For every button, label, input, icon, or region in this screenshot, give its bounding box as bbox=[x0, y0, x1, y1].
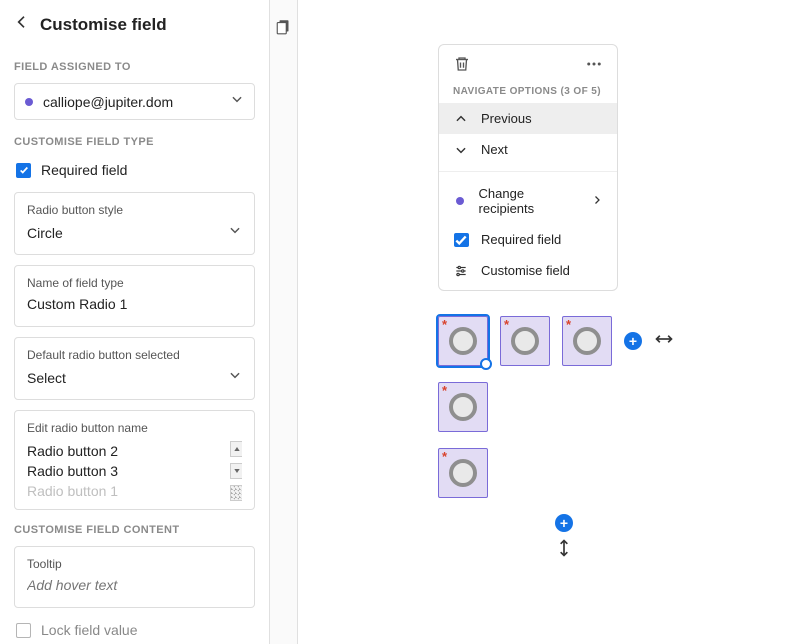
popover-required[interactable]: Required field bbox=[439, 224, 617, 255]
checkbox-checked-icon bbox=[16, 163, 31, 178]
assigned-to-label: FIELD ASSIGNED TO bbox=[14, 61, 255, 73]
default-radio-select[interactable]: Default radio button selected Select bbox=[14, 337, 255, 400]
chevron-down-icon bbox=[228, 223, 242, 242]
radio-style-label: Radio button style bbox=[27, 203, 242, 217]
assignee-name: calliope@jupiter.dom bbox=[43, 94, 173, 110]
chevron-right-icon bbox=[591, 194, 603, 209]
radio-circle-icon bbox=[449, 327, 477, 355]
field-name-input[interactable] bbox=[27, 296, 242, 312]
pages-icon[interactable] bbox=[275, 18, 293, 41]
trash-icon[interactable] bbox=[453, 55, 471, 78]
radio-circle-icon bbox=[511, 327, 539, 355]
radio-chip[interactable]: * bbox=[438, 448, 488, 498]
required-asterisk-icon: * bbox=[504, 317, 509, 332]
panel-title: Customise field bbox=[40, 15, 167, 35]
checkbox-unchecked-icon bbox=[16, 623, 31, 638]
list-item[interactable]: Radio button 2 bbox=[27, 441, 228, 461]
page-gutter bbox=[270, 0, 298, 644]
chevron-down-icon bbox=[230, 92, 244, 111]
default-radio-value: Select bbox=[27, 370, 66, 386]
scroll-down-icon[interactable] bbox=[230, 463, 242, 479]
nav-previous-label: Previous bbox=[481, 111, 532, 126]
lock-checkbox-row[interactable]: Lock field value bbox=[14, 618, 255, 644]
chevron-down-icon bbox=[228, 368, 242, 387]
field-type-label: CUSTOMISE FIELD TYPE bbox=[14, 136, 255, 148]
tooltip-card: Tooltip bbox=[14, 546, 255, 608]
assignee-dropdown[interactable]: calliope@jupiter.dom bbox=[14, 83, 255, 120]
form-canvas: NAVIGATE OPTIONS (3 OF 5) Previous Next … bbox=[298, 0, 801, 644]
radio-style-value: Circle bbox=[27, 225, 63, 241]
lock-label: Lock field value bbox=[41, 622, 138, 638]
resize-grip-icon[interactable] bbox=[230, 485, 242, 501]
add-column-button[interactable]: + bbox=[624, 332, 642, 350]
radio-circle-icon bbox=[449, 393, 477, 421]
customise-panel: Customise field FIELD ASSIGNED TO callio… bbox=[0, 0, 270, 644]
radio-chip[interactable]: * bbox=[500, 316, 550, 366]
resize-vertical-icon[interactable] bbox=[554, 538, 574, 563]
edit-radio-names: Edit radio button name Radio button 2 Ra… bbox=[14, 410, 255, 510]
required-checkbox-row[interactable]: Required field bbox=[14, 158, 255, 192]
popover-customise[interactable]: Customise field bbox=[439, 255, 617, 286]
required-asterisk-icon: * bbox=[442, 317, 447, 332]
listbox-scrollbar[interactable] bbox=[230, 441, 242, 501]
add-row-button[interactable]: + bbox=[555, 514, 573, 532]
tooltip-label: Tooltip bbox=[27, 557, 242, 571]
default-radio-label: Default radio button selected bbox=[27, 348, 242, 362]
tooltip-input[interactable] bbox=[27, 577, 242, 593]
nav-previous[interactable]: Previous bbox=[439, 103, 617, 134]
radio-circle-icon bbox=[449, 459, 477, 487]
checkbox-checked-icon bbox=[454, 233, 469, 247]
popover-required-label: Required field bbox=[481, 232, 561, 247]
chevron-down-icon bbox=[453, 143, 469, 157]
navigate-label: NAVIGATE OPTIONS (3 OF 5) bbox=[439, 86, 617, 103]
required-asterisk-icon: * bbox=[566, 317, 571, 332]
back-icon[interactable] bbox=[14, 14, 30, 35]
nav-next[interactable]: Next bbox=[439, 134, 617, 165]
change-recipients[interactable]: Change recipients bbox=[439, 178, 617, 224]
change-recipients-label: Change recipients bbox=[479, 186, 567, 216]
required-asterisk-icon: * bbox=[442, 383, 447, 398]
sliders-icon bbox=[453, 264, 469, 278]
list-item[interactable]: Radio button 3 bbox=[27, 461, 228, 481]
nav-next-label: Next bbox=[481, 142, 508, 157]
scroll-up-icon[interactable] bbox=[230, 441, 242, 457]
popover-customise-label: Customise field bbox=[481, 263, 570, 278]
recipient-dot-icon bbox=[456, 197, 464, 205]
radio-chip[interactable]: * bbox=[562, 316, 612, 366]
resize-horizontal-icon[interactable] bbox=[654, 329, 674, 354]
radio-circle-icon bbox=[573, 327, 601, 355]
content-label: CUSTOMISE FIELD CONTENT bbox=[14, 524, 255, 536]
edit-radio-label: Edit radio button name bbox=[27, 421, 242, 435]
field-name-label: Name of field type bbox=[27, 276, 242, 290]
field-name-input-card: Name of field type bbox=[14, 265, 255, 327]
more-icon[interactable] bbox=[585, 55, 603, 78]
radio-chip[interactable]: * bbox=[438, 316, 488, 366]
recipient-dot-icon bbox=[25, 98, 33, 106]
radio-style-select[interactable]: Radio button style Circle bbox=[14, 192, 255, 255]
required-label: Required field bbox=[41, 162, 127, 178]
chevron-up-icon bbox=[453, 112, 469, 126]
field-popover: NAVIGATE OPTIONS (3 OF 5) Previous Next … bbox=[438, 44, 618, 291]
divider bbox=[439, 171, 617, 172]
list-item[interactable]: Radio button 1 bbox=[27, 481, 228, 501]
radio-chip[interactable]: * bbox=[438, 382, 488, 432]
required-asterisk-icon: * bbox=[442, 449, 447, 464]
